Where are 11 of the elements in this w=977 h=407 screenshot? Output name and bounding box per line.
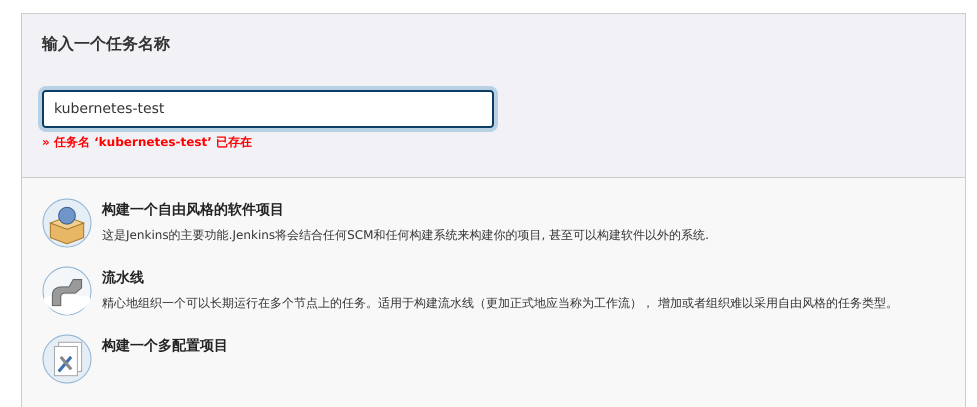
item-title[interactable]: 构建一个自由风格的软件项目 [102, 201, 719, 219]
box-icon [42, 198, 92, 248]
item-description: 精心地组织一个可以长期运行在多个节点上的任务。适用于构建流水线（更加正式地应当称为工作流）， 增加或者组织难以采用自由风格的任务类型。 [102, 295, 899, 312]
error-message: » 任务名 ‘kubernetes-test’ 已存在 [42, 134, 254, 151]
name-input-field[interactable]: kubernetes-test [42, 90, 494, 128]
item-title[interactable]: 构建一个多配置项目 [102, 337, 228, 355]
pipe-icon [42, 266, 92, 316]
item-title[interactable]: 流水线 [102, 269, 908, 287]
tools-icon [42, 334, 92, 384]
item-description: 这是Jenkins的主要功能.Jenkins将会结合任何SCM和任何构建系统来构建你的项目, 甚至可以构建软件以外的系统. [102, 227, 710, 244]
section-title: 输入一个任务名称 [42, 34, 171, 55]
